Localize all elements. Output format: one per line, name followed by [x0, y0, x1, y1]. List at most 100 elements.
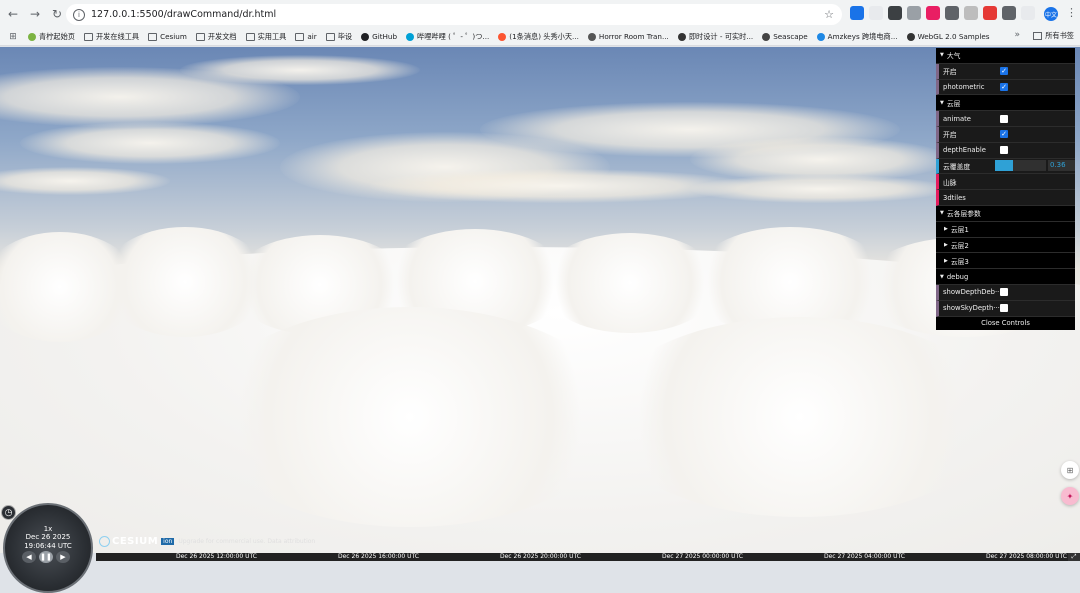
bookmark-label: air: [307, 32, 317, 41]
folder-label: 云层2: [950, 241, 969, 250]
play-icon[interactable]: ▶: [56, 551, 70, 563]
folder-icon: [295, 32, 305, 41]
folder-layer-1[interactable]: ▶ 云层1: [936, 221, 1075, 238]
checkbox[interactable]: [1000, 114, 1008, 123]
bookmark-label: 实用工具: [257, 31, 287, 41]
bookmark-item[interactable]: Cesium: [148, 32, 187, 42]
folder-icon: [245, 32, 255, 41]
bookmark-item[interactable]: air: [295, 32, 317, 42]
extension-3[interactable]: [888, 6, 902, 20]
cesium-viewer-canvas[interactable]: [0, 47, 1080, 553]
folder-layer-params[interactable]: ▼ 云各层参数: [936, 205, 1075, 222]
extensions-bar: [850, 6, 1035, 20]
folder-icon: [325, 32, 335, 41]
floating-grid-icon[interactable]: ⊞: [1061, 461, 1079, 479]
bookmark-item[interactable]: GitHub: [361, 32, 397, 42]
ion-badge[interactable]: ion: [161, 538, 175, 545]
animation-time: 19:06:44 UTC: [24, 542, 72, 550]
bookmark-label: (1条消息) 头秀小天...: [509, 31, 579, 41]
extension-1[interactable]: [850, 6, 864, 20]
timeline[interactable]: Dec 26 2025 12:00:00 UTC Dec 26 2025 16:…: [96, 553, 1080, 561]
pause-icon[interactable]: ❚❚: [39, 551, 53, 563]
folder-label: 大气: [946, 52, 961, 61]
bookmark-item[interactable]: 即时设计 - 可实时...: [677, 32, 753, 42]
control-label: 开启: [943, 131, 957, 140]
folder-atmosphere[interactable]: ▼ 大气: [936, 48, 1075, 64]
bookmark-star-icon[interactable]: ☆: [824, 8, 834, 21]
bookmark-label: Amzkeys 跨境电商...: [827, 31, 898, 41]
bookmark-label: 毕设: [337, 31, 353, 41]
bookmark-item[interactable]: Seascape: [762, 32, 808, 42]
bookmark-item[interactable]: (1条消息) 头秀小天...: [498, 32, 579, 42]
folder-layer-3[interactable]: ▶ 云层3: [936, 253, 1075, 270]
folder-icon: [195, 32, 205, 41]
bookmark-item[interactable]: 实用工具: [245, 31, 287, 42]
favicon-icon: [498, 32, 507, 41]
folder-triangle-icon: ▶: [944, 257, 948, 264]
bookmarks-overflow-icon[interactable]: »: [1014, 30, 1020, 40]
floating-translate-icon[interactable]: ✦: [1061, 487, 1079, 505]
slider-fill: [995, 160, 1014, 172]
bookmark-item[interactable]: 毕设: [325, 31, 353, 42]
folder-layer-2[interactable]: ▶ 云层2: [936, 237, 1075, 254]
browser-menu-icon[interactable]: ⋮: [1066, 6, 1077, 19]
all-bookmarks-folder[interactable]: 所有书签: [1033, 31, 1074, 41]
control-3dtiles[interactable]: 3dtiles: [936, 190, 1075, 206]
close-controls-button[interactable]: Close Controls: [936, 316, 1075, 330]
extension-2[interactable]: [869, 6, 883, 20]
reverse-play-icon[interactable]: ◀: [22, 551, 36, 563]
bookmark-item[interactable]: 哔哩哔哩 ( ゜- ゜)つ...: [406, 32, 489, 42]
extension-5[interactable]: [926, 6, 940, 20]
profile-label: 中文: [1044, 11, 1057, 19]
control-photometric: photometric ✓: [936, 79, 1075, 96]
extension-6[interactable]: [945, 6, 959, 20]
coverage-number-input[interactable]: 0.36: [1048, 160, 1075, 172]
bookmark-label: 开发在线工具: [95, 31, 140, 41]
extension-8[interactable]: [983, 6, 997, 20]
address-bar[interactable]: i 127.0.0.1:5500/drawCommand/dr.html ☆: [66, 4, 842, 25]
apps-grid-icon[interactable]: ⊞: [4, 28, 22, 45]
bookmark-item[interactable]: 开发文档: [195, 32, 237, 42]
checkbox[interactable]: ✓: [1000, 82, 1008, 91]
folder-label: 云各层参数: [946, 210, 981, 219]
control-mountains[interactable]: 山脉: [936, 174, 1075, 191]
timeline-tick: Dec 27 2025 08:00:00 UTC: [986, 553, 1067, 560]
bookmark-label: 哔哩哔哩 ( ゜- ゜)つ...: [417, 31, 490, 41]
folder-triangle-icon: ▼: [940, 210, 944, 217]
forward-icon[interactable]: →: [26, 5, 44, 23]
folder-triangle-icon: ▼: [940, 99, 944, 106]
folder-triangle-icon: ▶: [944, 241, 948, 248]
bookmark-item[interactable]: Amzkeys 跨境电商...: [816, 31, 898, 42]
fullscreen-icon[interactable]: ⤢: [1068, 553, 1080, 561]
checkbox[interactable]: [1000, 146, 1008, 155]
site-info-icon[interactable]: i: [73, 8, 85, 21]
folder-debug[interactable]: ▼ debug: [936, 269, 1075, 285]
checkbox[interactable]: [1000, 304, 1008, 313]
checkbox[interactable]: [1000, 288, 1008, 297]
timeline-tick: Dec 27 2025 04:00:00 UTC: [824, 553, 905, 560]
url-text[interactable]: 127.0.0.1:5500/drawCommand/dr.html: [91, 9, 276, 20]
bookmark-item[interactable]: Horror Room Tran...: [587, 32, 669, 42]
timeline-tick: Dec 26 2025 12:00:00 UTC: [176, 553, 257, 560]
control-show-sky-depth: showSkyDepth···: [936, 300, 1075, 317]
sidepanel-icon[interactable]: [1021, 6, 1035, 20]
extension-4[interactable]: [907, 6, 921, 20]
favicon-icon: [587, 32, 596, 41]
credit-text[interactable]: Upgrade for commercial use. Data attribu…: [178, 538, 315, 545]
bookmark-item[interactable]: WebGL 2.0 Samples: [906, 32, 990, 42]
reload-icon[interactable]: ↻: [48, 5, 66, 23]
extension-7[interactable]: [964, 6, 978, 20]
cesium-logo[interactable]: CESIUM: [99, 536, 158, 547]
checkbox[interactable]: ✓: [1000, 67, 1008, 76]
bookmark-label: GitHub: [372, 32, 398, 41]
bookmarks-bar: ⊞ 青柠起始页 开发在线工具 Cesium 开发文档 实用工具 air 毕设 GitHub 哔哩…: [0, 28, 1080, 46]
bookmark-item[interactable]: 开发在线工具: [83, 31, 140, 42]
profile-avatar[interactable]: 中文: [1044, 7, 1058, 21]
coverage-slider[interactable]: [995, 160, 1046, 172]
back-icon[interactable]: ←: [4, 5, 22, 23]
folder-clouds[interactable]: ▼ 云层: [936, 95, 1075, 112]
checkbox[interactable]: ✓: [1000, 130, 1008, 139]
clock-icon[interactable]: ◷: [1, 505, 16, 520]
extensions-puzzle-icon[interactable]: [1002, 6, 1016, 20]
bookmark-item[interactable]: 青柠起始页: [28, 32, 75, 42]
